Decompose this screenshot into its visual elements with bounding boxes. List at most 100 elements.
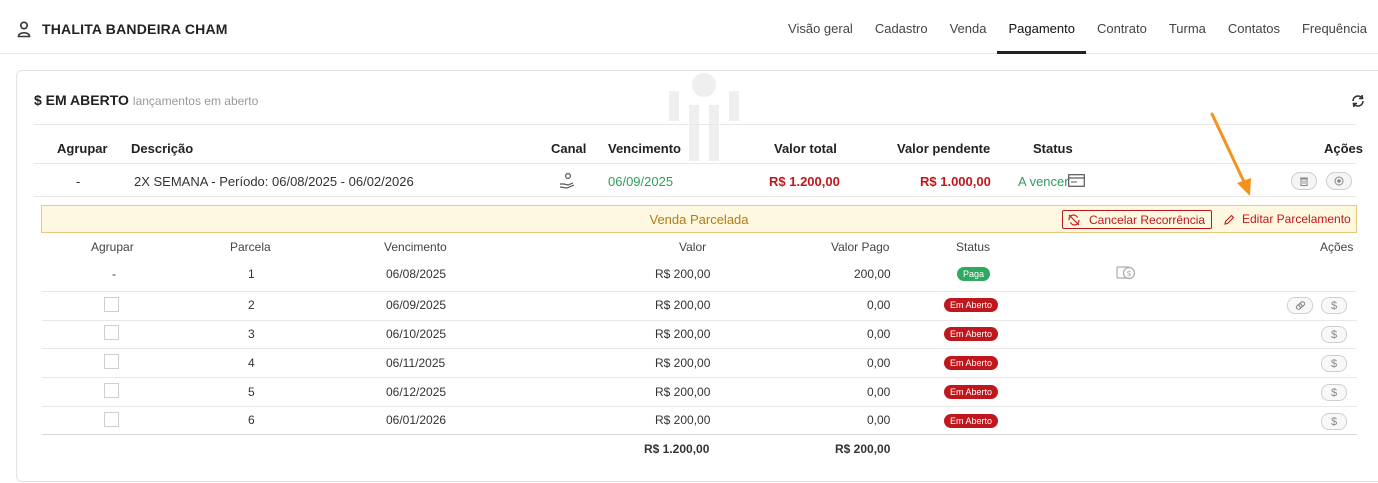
card-title: $ EM ABERTO lançamentos em aberto: [34, 92, 258, 108]
installment-number: 4: [248, 356, 255, 370]
receipt-money-icon[interactable]: $: [1116, 264, 1136, 282]
sub-col-header-vencimento: Vencimento: [384, 240, 447, 254]
installment-paid: 0,00: [867, 413, 891, 427]
row-vencimento: 06/09/2025: [608, 174, 674, 189]
sub-col-header-valor: Valor: [679, 240, 707, 254]
pencil-icon: [1224, 214, 1235, 225]
tab-visao-geral[interactable]: Visão geral: [777, 0, 864, 54]
tab-contrato[interactable]: Contrato: [1086, 0, 1158, 54]
payment-link-button[interactable]: [1287, 297, 1313, 314]
status-badge: Em Aberto: [944, 327, 999, 341]
installment-due-date: 06/12/2025: [386, 385, 447, 399]
installment-value: R$ 200,00: [655, 413, 711, 427]
sub-col-header-acoes: Ações: [1320, 240, 1354, 254]
svg-text:$: $: [1126, 269, 1131, 278]
tab-turma[interactable]: Turma: [1158, 0, 1217, 54]
delete-button[interactable]: [1291, 172, 1317, 190]
dollar-icon: $: [1330, 415, 1338, 428]
user-icon: [17, 21, 31, 38]
venda-parcelada-bar: Venda Parcelada Cancelar Recorrência Edi…: [41, 205, 1357, 233]
edit-installments-label: Editar Parcelamento: [1242, 212, 1351, 226]
pay-button[interactable]: $: [1321, 326, 1347, 343]
open-entries-card: $ EM ABERTO lançamentos em aberto Agrupa…: [16, 70, 1378, 482]
divider: [42, 406, 1357, 407]
sub-col-header-agrupar: Agrupar: [91, 240, 134, 254]
col-header-canal: Canal: [551, 141, 587, 156]
row-status: A vencer: [1018, 174, 1069, 189]
col-header-agrupar: Agrupar: [57, 141, 108, 156]
group-checkbox[interactable]: [104, 383, 119, 398]
divider: [42, 434, 1357, 435]
group-checkbox[interactable]: [104, 412, 119, 427]
installment-due-date: 06/09/2025: [386, 298, 447, 312]
pay-button[interactable]: $: [1321, 297, 1347, 314]
trash-icon: [1300, 177, 1308, 186]
row-valor-pendente: R$ 1.000,00: [920, 174, 991, 189]
installment-number: 6: [248, 413, 255, 427]
divider: [42, 291, 1357, 292]
installment-number: 2: [248, 298, 255, 312]
dollar-icon: $: [1330, 299, 1338, 312]
top-bar: THALITA BANDEIRA CHAM Visão geral Cadast…: [0, 0, 1378, 54]
row-agrupar: -: [76, 174, 81, 189]
installment-due-date: 06/11/2025: [386, 356, 446, 370]
edit-installments-link[interactable]: Editar Parcelamento: [1224, 212, 1351, 226]
col-header-valor-total: Valor total: [774, 141, 837, 156]
cancel-recurrence-icon: [1068, 213, 1080, 226]
pay-button[interactable]: $: [1321, 384, 1347, 401]
invoice-icon[interactable]: [1068, 174, 1085, 187]
cancel-recurrence-label: Cancelar Recorrência: [1089, 212, 1206, 227]
installment-value: R$ 200,00: [655, 385, 711, 399]
row-descricao: 2X SEMANA - Período: 06/08/2025 - 06/02/…: [134, 174, 414, 189]
tab-pagamento[interactable]: Pagamento: [997, 0, 1086, 54]
installment-due-date: 06/01/2026: [386, 413, 447, 427]
col-header-acoes: Ações: [1324, 141, 1364, 156]
installment-number: 5: [248, 385, 255, 399]
refresh-icon[interactable]: [1350, 93, 1366, 109]
card-subtitle: lançamentos em aberto: [132, 94, 259, 108]
installment-due-date: 06/10/2025: [386, 327, 447, 341]
pay-button[interactable]: $: [1321, 355, 1347, 372]
col-header-status: Status: [1033, 141, 1073, 156]
group-checkbox[interactable]: [104, 354, 119, 369]
installment-value: R$ 200,00: [655, 356, 711, 370]
col-header-descricao: Descrição: [131, 141, 194, 156]
cancel-recurrence-button[interactable]: Cancelar Recorrência: [1062, 210, 1213, 229]
tab-cadastro[interactable]: Cadastro: [864, 0, 939, 54]
installment-paid: 0,00: [867, 298, 891, 312]
divider: [42, 377, 1357, 378]
group-checkbox[interactable]: [104, 297, 119, 312]
status-badge: Em Aberto: [944, 414, 999, 428]
divider: [34, 196, 1357, 197]
group-checkbox[interactable]: [104, 325, 119, 340]
dollar-icon: $: [1330, 328, 1338, 341]
eye-icon: [1334, 176, 1344, 186]
profile-tabs: Visão geral Cadastro Venda Pagamento Con…: [777, 0, 1378, 54]
student-header: THALITA BANDEIRA CHAM: [16, 20, 228, 38]
col-header-vencimento: Vencimento: [608, 141, 681, 156]
divider: [34, 163, 1357, 164]
view-button[interactable]: [1326, 172, 1352, 190]
row-valor-total: R$ 1.200,00: [769, 174, 840, 189]
dollar-icon: $: [1330, 386, 1338, 399]
installment-value: R$ 200,00: [655, 298, 711, 312]
installment-number: 1: [248, 267, 255, 281]
total-valor-pago: R$ 200,00: [835, 442, 891, 456]
installment-number: 3: [248, 327, 255, 341]
status-badge: Em Aberto: [944, 298, 999, 312]
total-valor: R$ 1.200,00: [644, 442, 710, 456]
pay-button[interactable]: $: [1321, 413, 1347, 430]
installment-paid: 0,00: [867, 385, 891, 399]
tab-frequencia[interactable]: Frequência: [1291, 0, 1378, 54]
link-icon: [1295, 301, 1305, 310]
col-header-valor-pendente: Valor pendente: [897, 141, 991, 156]
divider: [42, 348, 1357, 349]
annotation-arrow-icon: [1210, 112, 1251, 196]
hand-coin-icon: [559, 172, 575, 189]
sub-col-header-valor-pago: Valor Pago: [831, 240, 890, 254]
sub-col-header-status: Status: [956, 240, 991, 254]
tab-venda[interactable]: Venda: [939, 0, 998, 54]
tab-contatos[interactable]: Contatos: [1217, 0, 1291, 54]
installment-paid: 0,00: [867, 356, 891, 370]
divider: [42, 320, 1357, 321]
